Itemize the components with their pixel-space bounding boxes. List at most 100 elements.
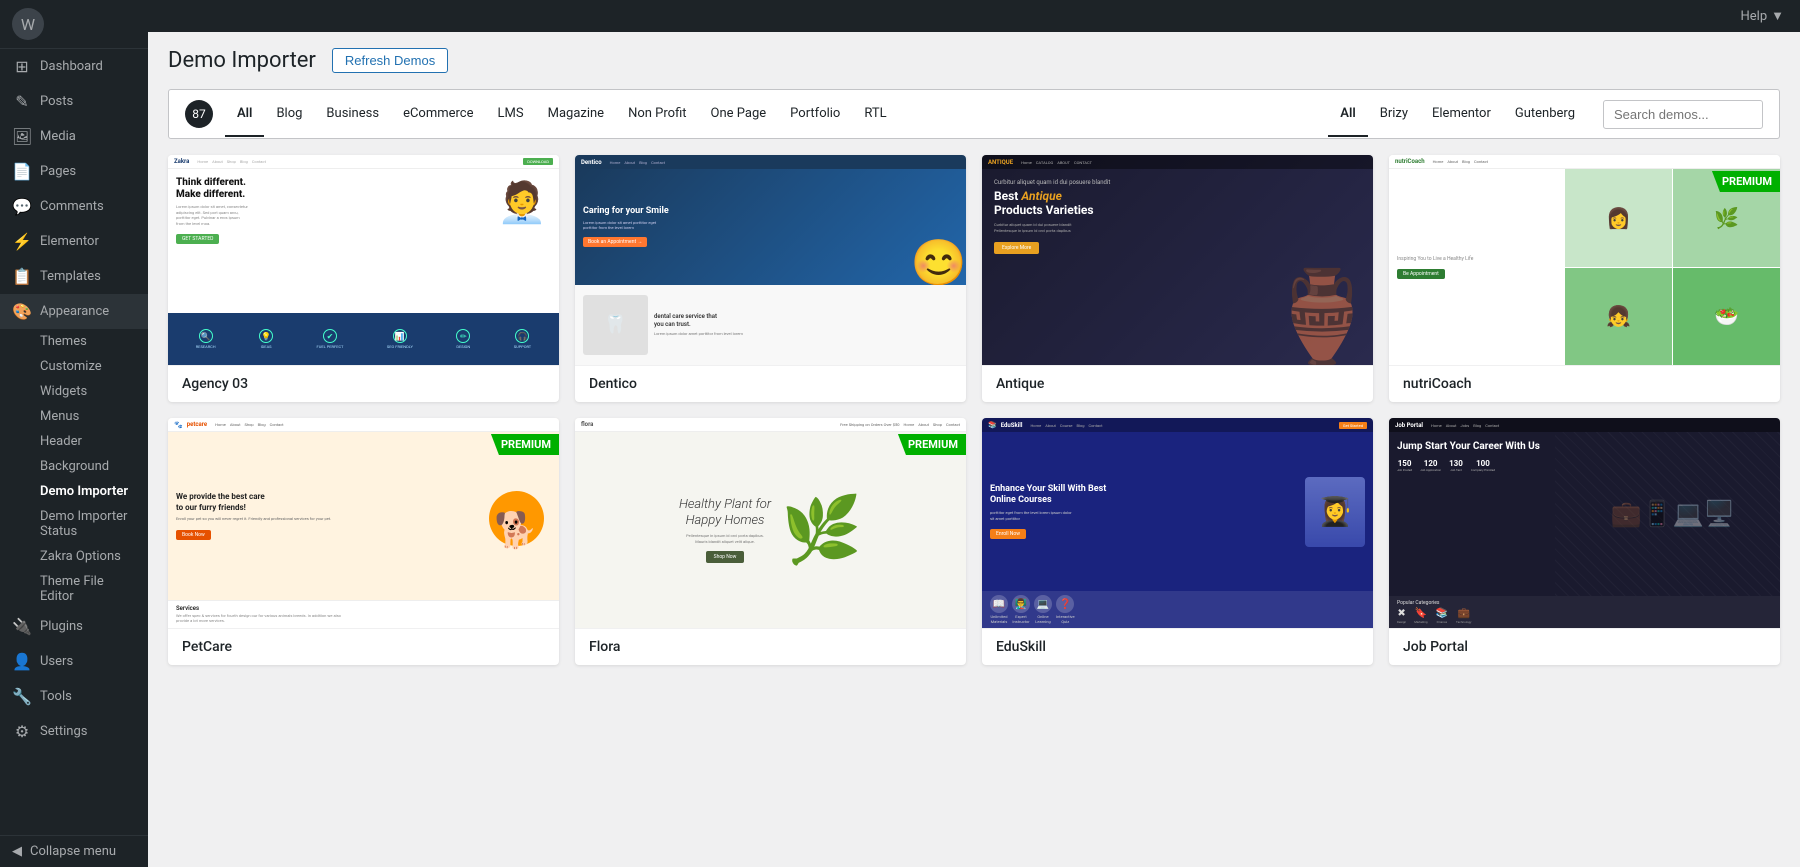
demo-thumb-flora: PREMIUM flora Free Shipping on Orders Ov… (575, 418, 966, 628)
filter-tab-nonprofit[interactable]: Non Profit (616, 92, 698, 137)
filter-tab-lms[interactable]: LMS (486, 92, 536, 137)
collapse-label: Collapse menu (30, 844, 116, 859)
sidebar-item-media[interactable]: 🖼 Media (0, 119, 148, 154)
settings-icon: ⚙ (12, 722, 32, 741)
demo-thumb-petcare: PREMIUM 🐾 petcare Home About Shop Blog C… (168, 418, 559, 628)
filter-tab-portfolio[interactable]: Portfolio (778, 92, 852, 137)
demo-name-antique: Antique (982, 365, 1373, 402)
demo-card-nutricoach[interactable]: PREMIUM nutriCoach Home About Blog Conta… (1389, 155, 1780, 402)
help-button[interactable]: Help ▼ (1740, 8, 1784, 24)
help-chevron-icon: ▼ (1771, 8, 1784, 24)
demo-card-eduskill[interactable]: 📚 EduSkill Home About Course Blog Contac… (982, 418, 1373, 665)
demo-thumb-nutricoach: PREMIUM nutriCoach Home About Blog Conta… (1389, 155, 1780, 365)
sidebar-item-customize[interactable]: Customize (12, 354, 148, 379)
filter-bar: 87 All Blog Business eCommerce LMS Magaz… (168, 89, 1780, 139)
demo-thumb-dentico: PREMIUM Dentico Home About Blog Contact … (575, 155, 966, 365)
comments-label: Comments (40, 199, 104, 214)
appearance-submenu: Themes Customize Widgets Menus Header Ba… (0, 329, 148, 609)
templates-icon: 📋 (12, 267, 32, 286)
sidebar-item-pages[interactable]: 📄 Pages (0, 154, 148, 189)
appearance-label: Appearance (40, 304, 109, 319)
jump-start-text: Jump Start Your Career With Us (1397, 440, 1772, 453)
users-label: Users (40, 654, 73, 669)
demo-name-dentico: Dentico (575, 365, 966, 402)
sidebar-item-settings[interactable]: ⚙ Settings (0, 714, 148, 749)
demo-thumb-jobportal: Job Portal Home About Jobs Blog Contact (1389, 418, 1780, 628)
tools-label: Tools (40, 689, 72, 704)
demo-thumb-eduskill: 📚 EduSkill Home About Course Blog Contac… (982, 418, 1373, 628)
filter-tab-ecommerce[interactable]: eCommerce (391, 92, 485, 137)
page-header: Demo Importer Refresh Demos (168, 48, 1780, 73)
sidebar-logo: W (0, 0, 148, 49)
page-title: Demo Importer (168, 48, 316, 73)
filter-tab-onepage[interactable]: One Page (699, 92, 779, 137)
wp-icon: W (12, 8, 44, 40)
help-label: Help (1740, 9, 1767, 24)
demo-card-agency03[interactable]: Zakra Home About Shop Blog Contact DOWNL… (168, 155, 559, 402)
sidebar-item-demo-importer-status[interactable]: Demo Importer Status (12, 504, 148, 544)
sidebar-item-appearance[interactable]: 🎨 Appearance (0, 294, 148, 329)
sidebar: W ⊞ Dashboard ✎ Posts 🖼 Media 📄 Pages 💬 … (0, 0, 148, 867)
sidebar-item-plugins[interactable]: 🔌 Plugins (0, 609, 148, 644)
sidebar-item-header[interactable]: Header (12, 429, 148, 454)
builder-tab-all[interactable]: All (1328, 92, 1367, 137)
sidebar-item-zakra-options[interactable]: Zakra Options (12, 544, 148, 569)
search-input[interactable] (1603, 100, 1763, 129)
builder-tab-gutenberg[interactable]: Gutenberg (1503, 92, 1587, 137)
appearance-icon: 🎨 (12, 302, 32, 321)
demo-card-antique[interactable]: PREMIUM ANTIQUE Home CATALOG ABOUT CONTA… (982, 155, 1373, 402)
premium-badge-flora: PREMIUM (898, 434, 966, 455)
builder-tab-elementor[interactable]: Elementor (1420, 92, 1503, 137)
collapse-menu[interactable]: ◀ Collapse menu (0, 835, 148, 867)
sidebar-item-background[interactable]: Background (12, 454, 148, 479)
sidebar-item-users[interactable]: 👤 Users (0, 644, 148, 679)
demo-card-dentico[interactable]: PREMIUM Dentico Home About Blog Contact … (575, 155, 966, 402)
filter-tab-all[interactable]: All (225, 92, 264, 137)
sidebar-item-tools[interactable]: 🔧 Tools (0, 679, 148, 714)
filter-tab-rtl[interactable]: RTL (852, 92, 898, 137)
demo-name-eduskill: EduSkill (982, 628, 1373, 665)
premium-badge-nutricoach: PREMIUM (1712, 171, 1780, 192)
content-area: Demo Importer Refresh Demos 87 All Blog … (148, 32, 1800, 867)
plugins-icon: 🔌 (12, 617, 32, 636)
sidebar-item-dashboard[interactable]: ⊞ Dashboard (0, 49, 148, 84)
topbar: Help ▼ (148, 0, 1800, 32)
main-area: Help ▼ Demo Importer Refresh Demos 87 Al… (148, 0, 1800, 867)
demo-card-flora[interactable]: PREMIUM flora Free Shipping on Orders Ov… (575, 418, 966, 665)
collapse-icon: ◀ (12, 844, 22, 859)
sidebar-item-posts[interactable]: ✎ Posts (0, 84, 148, 119)
demo-card-petcare[interactable]: PREMIUM 🐾 petcare Home About Shop Blog C… (168, 418, 559, 665)
demo-grid: Zakra Home About Shop Blog Contact DOWNL… (168, 155, 1780, 665)
sidebar-item-widgets[interactable]: Widgets (12, 379, 148, 404)
refresh-demos-button[interactable]: Refresh Demos (332, 48, 448, 73)
settings-label: Settings (40, 724, 87, 739)
filter-tab-magazine[interactable]: Magazine (536, 92, 616, 137)
demo-name-jobportal: Job Portal (1389, 628, 1780, 665)
media-icon: 🖼 (12, 127, 32, 146)
filter-right: All Brizy Elementor Gutenberg (1328, 92, 1763, 137)
filter-tab-blog[interactable]: Blog (264, 92, 314, 137)
sidebar-item-templates[interactable]: 📋 Templates (0, 259, 148, 294)
sidebar-item-theme-file-editor[interactable]: Theme File Editor (12, 569, 148, 609)
demo-card-jobportal[interactable]: Job Portal Home About Jobs Blog Contact (1389, 418, 1780, 665)
pages-label: Pages (40, 164, 76, 179)
builder-filter-tabs: All Brizy Elementor Gutenberg (1328, 92, 1587, 137)
pages-icon: 📄 (12, 162, 32, 181)
demo-name-agency03: Agency 03 (168, 365, 559, 402)
demo-name-petcare: PetCare (168, 628, 559, 665)
elementor-label: Elementor (40, 234, 99, 249)
templates-label: Templates (40, 269, 101, 284)
demo-thumb-agency03: Zakra Home About Shop Blog Contact DOWNL… (168, 155, 559, 365)
sidebar-item-demo-importer[interactable]: Demo Importer (12, 479, 148, 504)
users-icon: 👤 (12, 652, 32, 671)
demo-name-nutricoach: nutriCoach (1389, 365, 1780, 402)
posts-icon: ✎ (12, 92, 32, 111)
dashboard-icon: ⊞ (12, 57, 32, 76)
premium-badge-petcare: PREMIUM (491, 434, 559, 455)
sidebar-item-comments[interactable]: 💬 Comments (0, 189, 148, 224)
sidebar-item-elementor[interactable]: ⚡ Elementor (0, 224, 148, 259)
sidebar-item-menus[interactable]: Menus (12, 404, 148, 429)
filter-tab-business[interactable]: Business (314, 92, 391, 137)
sidebar-item-themes[interactable]: Themes (12, 329, 148, 354)
builder-tab-brizy[interactable]: Brizy (1368, 92, 1420, 137)
